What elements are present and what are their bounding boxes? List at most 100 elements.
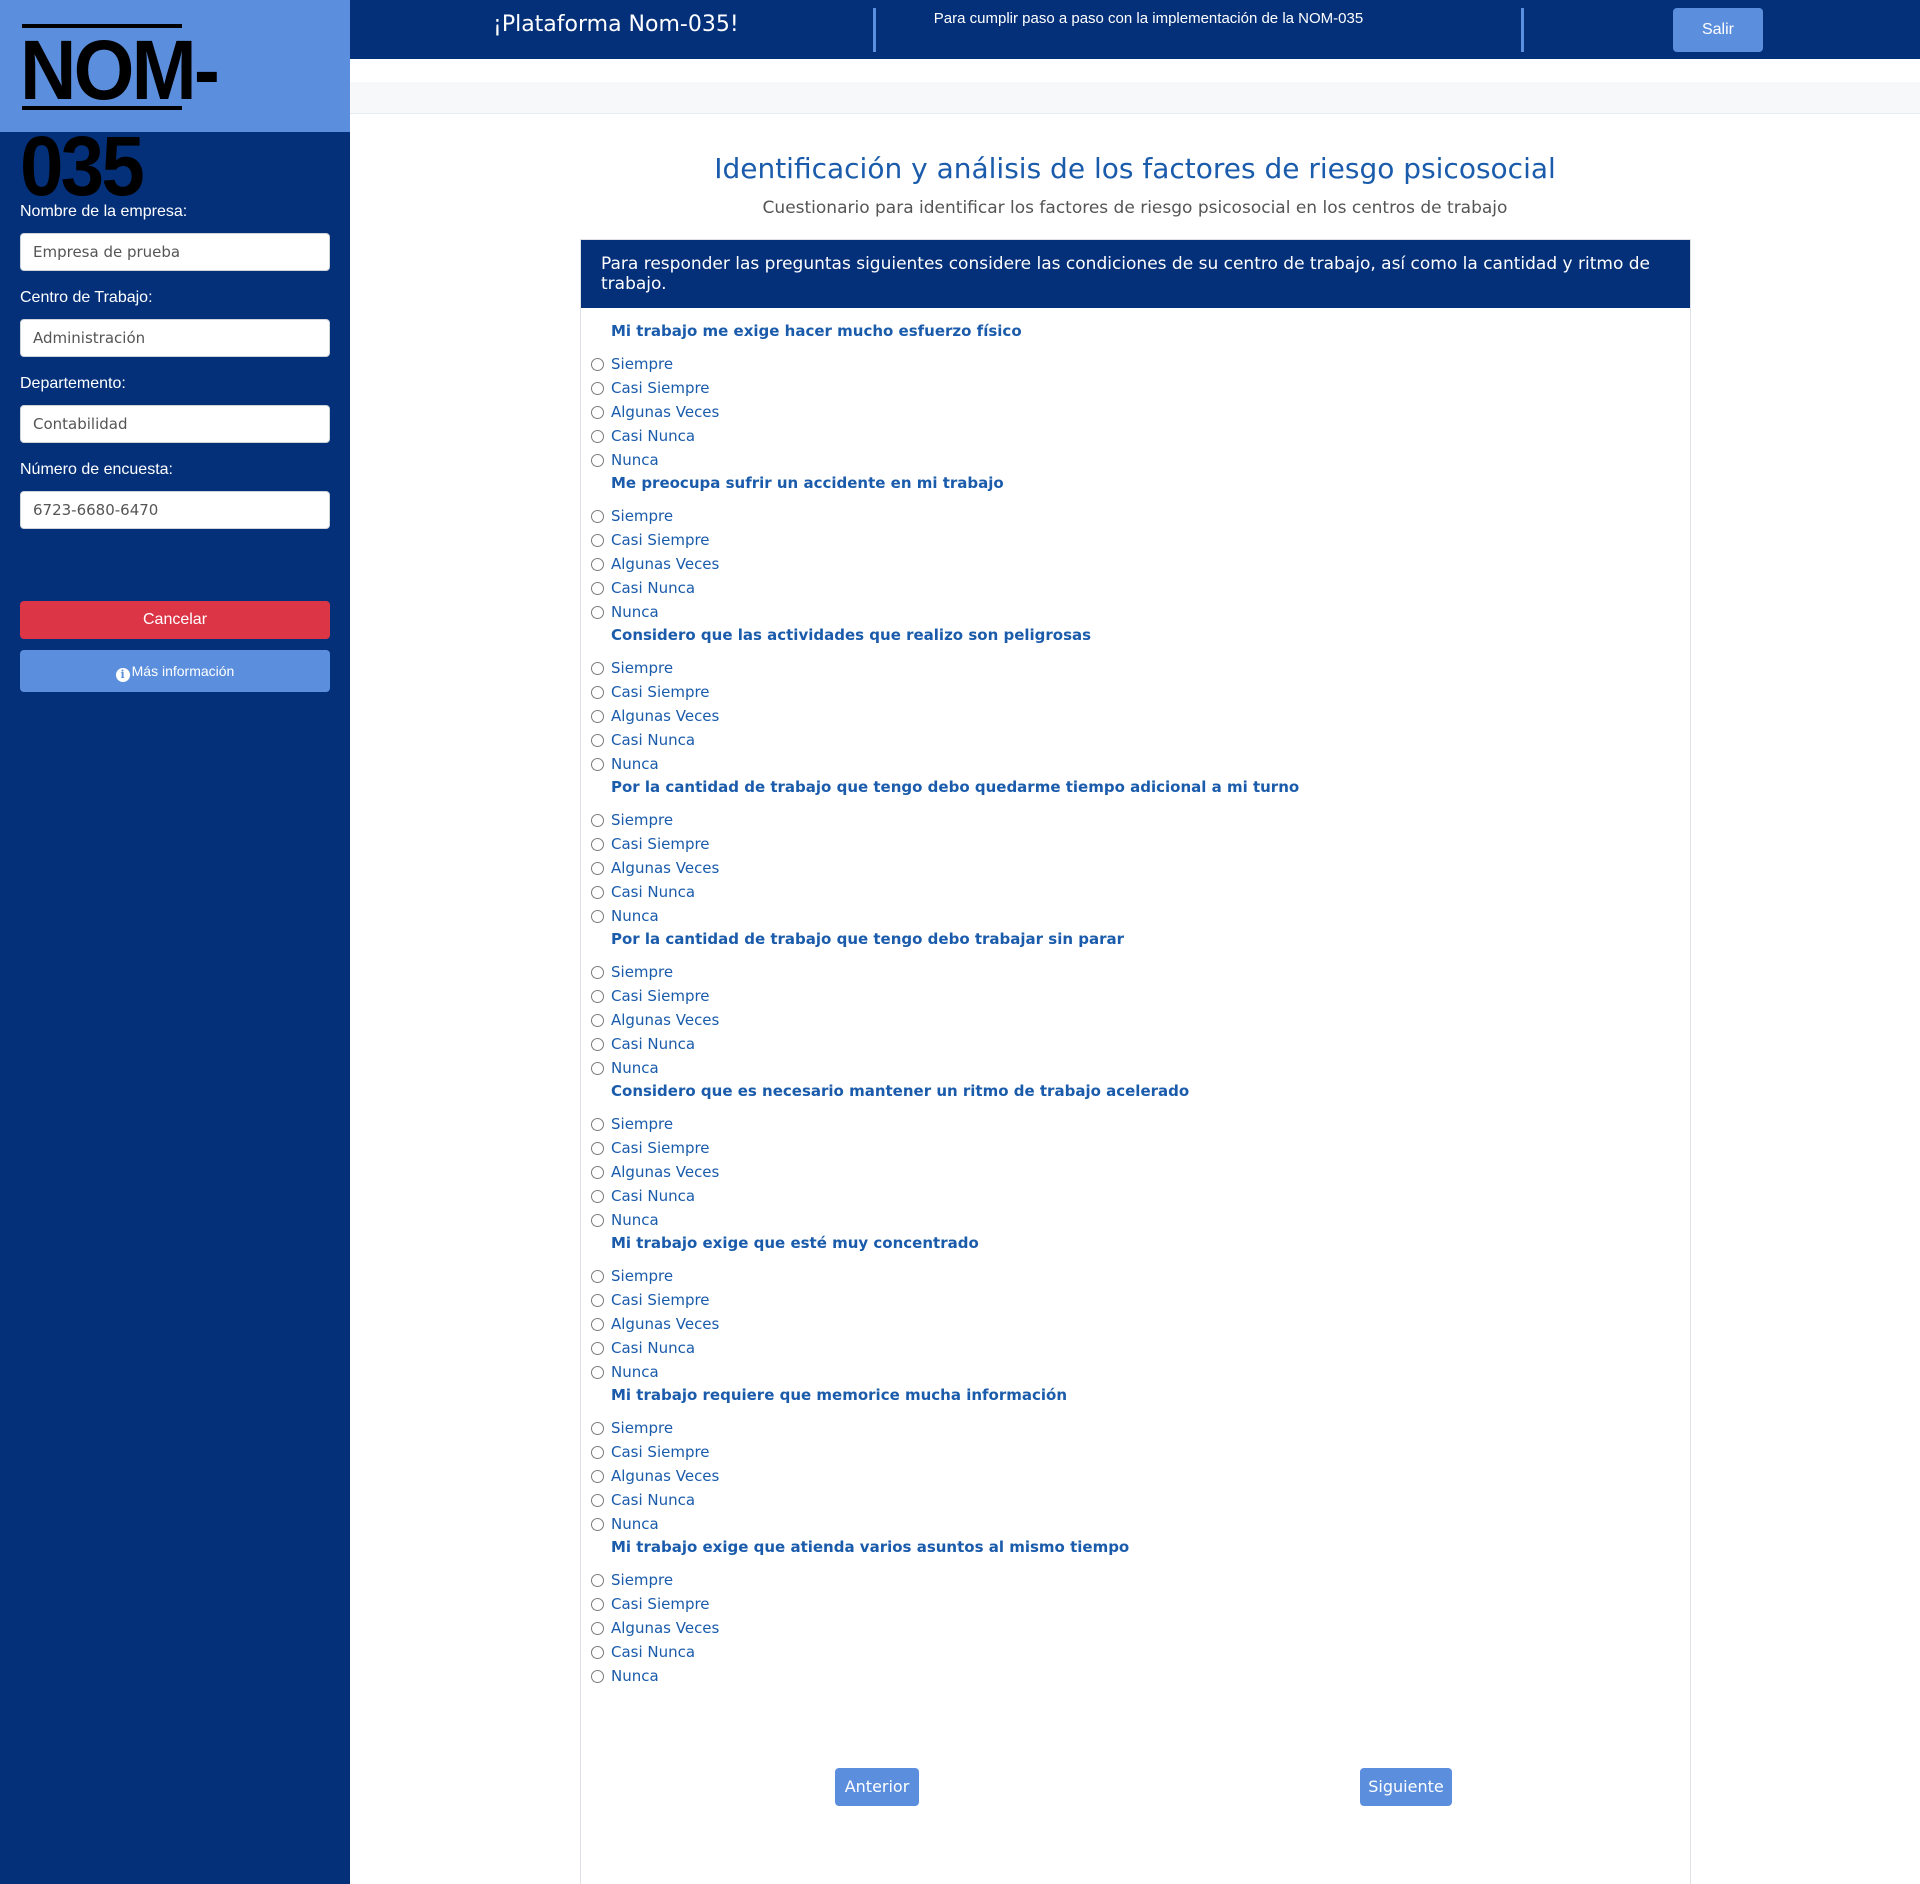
answer-option[interactable]: Algunas Veces: [581, 858, 881, 882]
radio-button[interactable]: [591, 510, 604, 523]
radio-button[interactable]: [591, 558, 604, 571]
answer-option[interactable]: Nunca: [581, 450, 881, 474]
radio-button[interactable]: [591, 814, 604, 827]
radio-button[interactable]: [591, 1166, 604, 1179]
radio-button[interactable]: [591, 1622, 604, 1635]
answer-option[interactable]: Siempre: [581, 658, 881, 682]
more-info-button[interactable]: i Más información: [20, 650, 330, 692]
answer-option[interactable]: Nunca: [581, 1362, 881, 1386]
answer-option[interactable]: Casi Siempre: [581, 682, 881, 706]
previous-button[interactable]: Anterior: [835, 1768, 919, 1806]
answer-option[interactable]: Casi Siempre: [581, 378, 881, 402]
answer-option[interactable]: Casi Nunca: [581, 578, 881, 602]
answer-option[interactable]: Casi Nunca: [581, 730, 881, 754]
radio-button[interactable]: [591, 966, 604, 979]
answer-option[interactable]: Casi Siempre: [581, 530, 881, 554]
answer-option[interactable]: Nunca: [581, 1666, 881, 1690]
radio-button[interactable]: [591, 1270, 604, 1283]
answer-option[interactable]: Siempre: [581, 962, 881, 986]
radio-button[interactable]: [591, 430, 604, 443]
radio-button[interactable]: [591, 358, 604, 371]
radio-button[interactable]: [591, 1014, 604, 1027]
radio-button[interactable]: [591, 710, 604, 723]
answer-option[interactable]: Algunas Veces: [581, 402, 881, 426]
radio-button[interactable]: [591, 1518, 604, 1531]
answer-option[interactable]: Siempre: [581, 354, 881, 378]
radio-button[interactable]: [591, 886, 604, 899]
radio-button[interactable]: [591, 1366, 604, 1379]
radio-button[interactable]: [591, 454, 604, 467]
answer-option[interactable]: Nunca: [581, 1058, 881, 1082]
department-field[interactable]: Contabilidad: [20, 405, 330, 443]
answer-option[interactable]: Algunas Veces: [581, 1466, 881, 1490]
answer-option[interactable]: Siempre: [581, 1570, 881, 1594]
company-name-field[interactable]: Empresa de prueba: [20, 233, 330, 271]
survey-number-field[interactable]: 6723-6680-6470: [20, 491, 330, 529]
answer-option[interactable]: Casi Siempre: [581, 1442, 881, 1466]
radio-button[interactable]: [591, 1318, 604, 1331]
radio-button[interactable]: [591, 838, 604, 851]
next-button[interactable]: Siguiente: [1360, 1768, 1452, 1806]
answer-option[interactable]: Casi Siempre: [581, 986, 881, 1010]
radio-button[interactable]: [591, 1470, 604, 1483]
work-center-field[interactable]: Administración: [20, 319, 330, 357]
answer-options: Siempre Casi Siempre Algunas Veces Casi Nun…: [581, 658, 881, 778]
answer-option[interactable]: Casi Siempre: [581, 834, 881, 858]
radio-button[interactable]: [591, 534, 604, 547]
answer-option[interactable]: Casi Nunca: [581, 1642, 881, 1666]
radio-button[interactable]: [591, 1342, 604, 1355]
radio-button[interactable]: [591, 1646, 604, 1659]
answer-option[interactable]: Siempre: [581, 810, 881, 834]
answer-option[interactable]: Casi Nunca: [581, 1034, 881, 1058]
cancel-button[interactable]: Cancelar: [20, 601, 330, 639]
answer-option[interactable]: Casi Nunca: [581, 1338, 881, 1362]
radio-button[interactable]: [591, 758, 604, 771]
radio-button[interactable]: [591, 582, 604, 595]
radio-button[interactable]: [591, 662, 604, 675]
answer-option[interactable]: Casi Nunca: [581, 1186, 881, 1210]
answer-option[interactable]: Nunca: [581, 754, 881, 778]
radio-button[interactable]: [591, 1446, 604, 1459]
answer-option[interactable]: Siempre: [581, 506, 881, 530]
radio-button[interactable]: [591, 1062, 604, 1075]
radio-button[interactable]: [591, 734, 604, 747]
answer-option[interactable]: Casi Siempre: [581, 1138, 881, 1162]
radio-button[interactable]: [591, 1038, 604, 1051]
answer-option[interactable]: Casi Nunca: [581, 426, 881, 450]
radio-button[interactable]: [591, 1422, 604, 1435]
radio-button[interactable]: [591, 1294, 604, 1307]
answer-option[interactable]: Nunca: [581, 1210, 881, 1234]
radio-button[interactable]: [591, 1574, 604, 1587]
answer-option[interactable]: Algunas Veces: [581, 1010, 881, 1034]
answer-option[interactable]: Casi Nunca: [581, 1490, 881, 1514]
radio-button[interactable]: [591, 1214, 604, 1227]
answer-option[interactable]: Casi Siempre: [581, 1290, 881, 1314]
answer-option[interactable]: Siempre: [581, 1266, 881, 1290]
answer-option[interactable]: Siempre: [581, 1114, 881, 1138]
radio-button[interactable]: [591, 1142, 604, 1155]
radio-button[interactable]: [591, 1670, 604, 1683]
radio-button[interactable]: [591, 990, 604, 1003]
answer-option[interactable]: Nunca: [581, 1514, 881, 1538]
answer-option[interactable]: Casi Nunca: [581, 882, 881, 906]
answer-option[interactable]: Algunas Veces: [581, 706, 881, 730]
radio-button[interactable]: [591, 686, 604, 699]
radio-button[interactable]: [591, 406, 604, 419]
radio-button[interactable]: [591, 1598, 604, 1611]
answer-option[interactable]: Siempre: [581, 1418, 881, 1442]
answer-option[interactable]: Nunca: [581, 906, 881, 930]
radio-button[interactable]: [591, 1118, 604, 1131]
radio-button[interactable]: [591, 862, 604, 875]
radio-button[interactable]: [591, 910, 604, 923]
radio-button[interactable]: [591, 606, 604, 619]
logout-button[interactable]: Salir: [1673, 8, 1763, 52]
answer-option[interactable]: Algunas Veces: [581, 554, 881, 578]
radio-button[interactable]: [591, 382, 604, 395]
answer-option[interactable]: Algunas Veces: [581, 1314, 881, 1338]
answer-option[interactable]: Casi Siempre: [581, 1594, 881, 1618]
answer-option[interactable]: Algunas Veces: [581, 1162, 881, 1186]
answer-option[interactable]: Nunca: [581, 602, 881, 626]
radio-button[interactable]: [591, 1494, 604, 1507]
answer-option[interactable]: Algunas Veces: [581, 1618, 881, 1642]
radio-button[interactable]: [591, 1190, 604, 1203]
